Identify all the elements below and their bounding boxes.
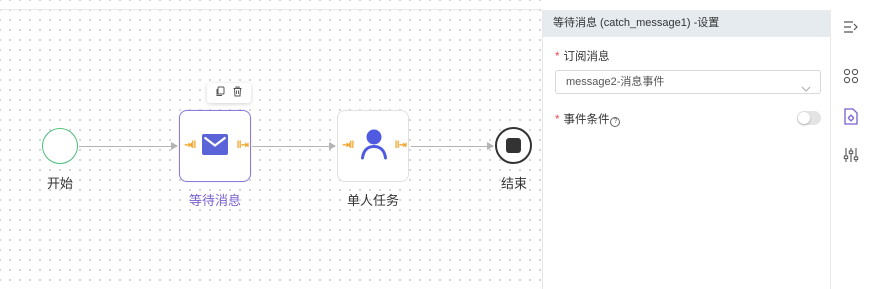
port-in-icon[interactable]: ⇥‖ — [342, 141, 354, 151]
catch-message-label: 等待消息 — [188, 193, 241, 208]
message-field-label: * 订阅消息 — [555, 48, 609, 64]
node-toolbar — [207, 83, 251, 103]
edge-catch-to-task[interactable] — [252, 142, 336, 150]
start-event-node[interactable] — [42, 128, 78, 164]
top-strip — [542, 0, 870, 10]
edge-task-to-end[interactable] — [411, 142, 494, 150]
message-select-value: message2-消息事件 — [566, 76, 665, 88]
condition-toggle[interactable] — [797, 111, 821, 125]
collapse-panel-icon[interactable] — [841, 17, 861, 37]
message-select[interactable]: message2-消息事件 — [555, 70, 821, 94]
settings-panel: 等待消息 (catch_message1) -设置 * 订阅消息 message2… — [542, 10, 831, 289]
help-icon[interactable]: ? — [610, 117, 621, 127]
stop-icon — [506, 138, 521, 153]
edge-start-to-catch[interactable] — [79, 142, 178, 150]
start-event-label: 开始 — [46, 176, 73, 191]
message-label-text: 订阅消息 — [563, 51, 610, 63]
required-mark: * — [555, 114, 560, 126]
catch-message-node[interactable]: ⇥‖ ‖⇥ — [179, 110, 251, 182]
envelope-icon — [202, 134, 228, 160]
sliders-icon[interactable] — [841, 145, 861, 165]
right-toolbar — [830, 10, 870, 289]
port-out-icon[interactable]: ‖⇥ — [237, 141, 249, 151]
nodes-grid-icon[interactable] — [841, 66, 861, 86]
toggle-knob — [798, 112, 810, 124]
required-mark: * — [555, 51, 560, 63]
canvas-top-border — [0, 9, 542, 10]
user-icon — [361, 128, 387, 165]
copy-icon[interactable] — [215, 84, 226, 102]
process-canvas[interactable]: 开始 ⇥‖ ‖⇥ 等待消息 ⇥‖ ‖⇥ 单人任务 结束 — [0, 0, 542, 289]
user-task-node[interactable]: ⇥‖ ‖⇥ — [337, 110, 409, 182]
port-out-icon[interactable]: ‖⇥ — [395, 141, 407, 151]
end-event-node[interactable] — [495, 127, 532, 164]
condition-field-label: * 事件条件? — [555, 111, 621, 127]
end-event-label: 结束 — [500, 176, 527, 191]
condition-label-text: 事件条件 — [563, 114, 610, 126]
delete-icon[interactable] — [232, 84, 243, 102]
port-in-icon[interactable]: ⇥‖ — [184, 141, 196, 151]
chevron-down-icon — [801, 78, 811, 100]
settings-document-icon[interactable] — [841, 106, 861, 126]
user-task-label: 单人任务 — [346, 193, 399, 208]
panel-title: 等待消息 (catch_message1) -设置 — [543, 10, 831, 37]
